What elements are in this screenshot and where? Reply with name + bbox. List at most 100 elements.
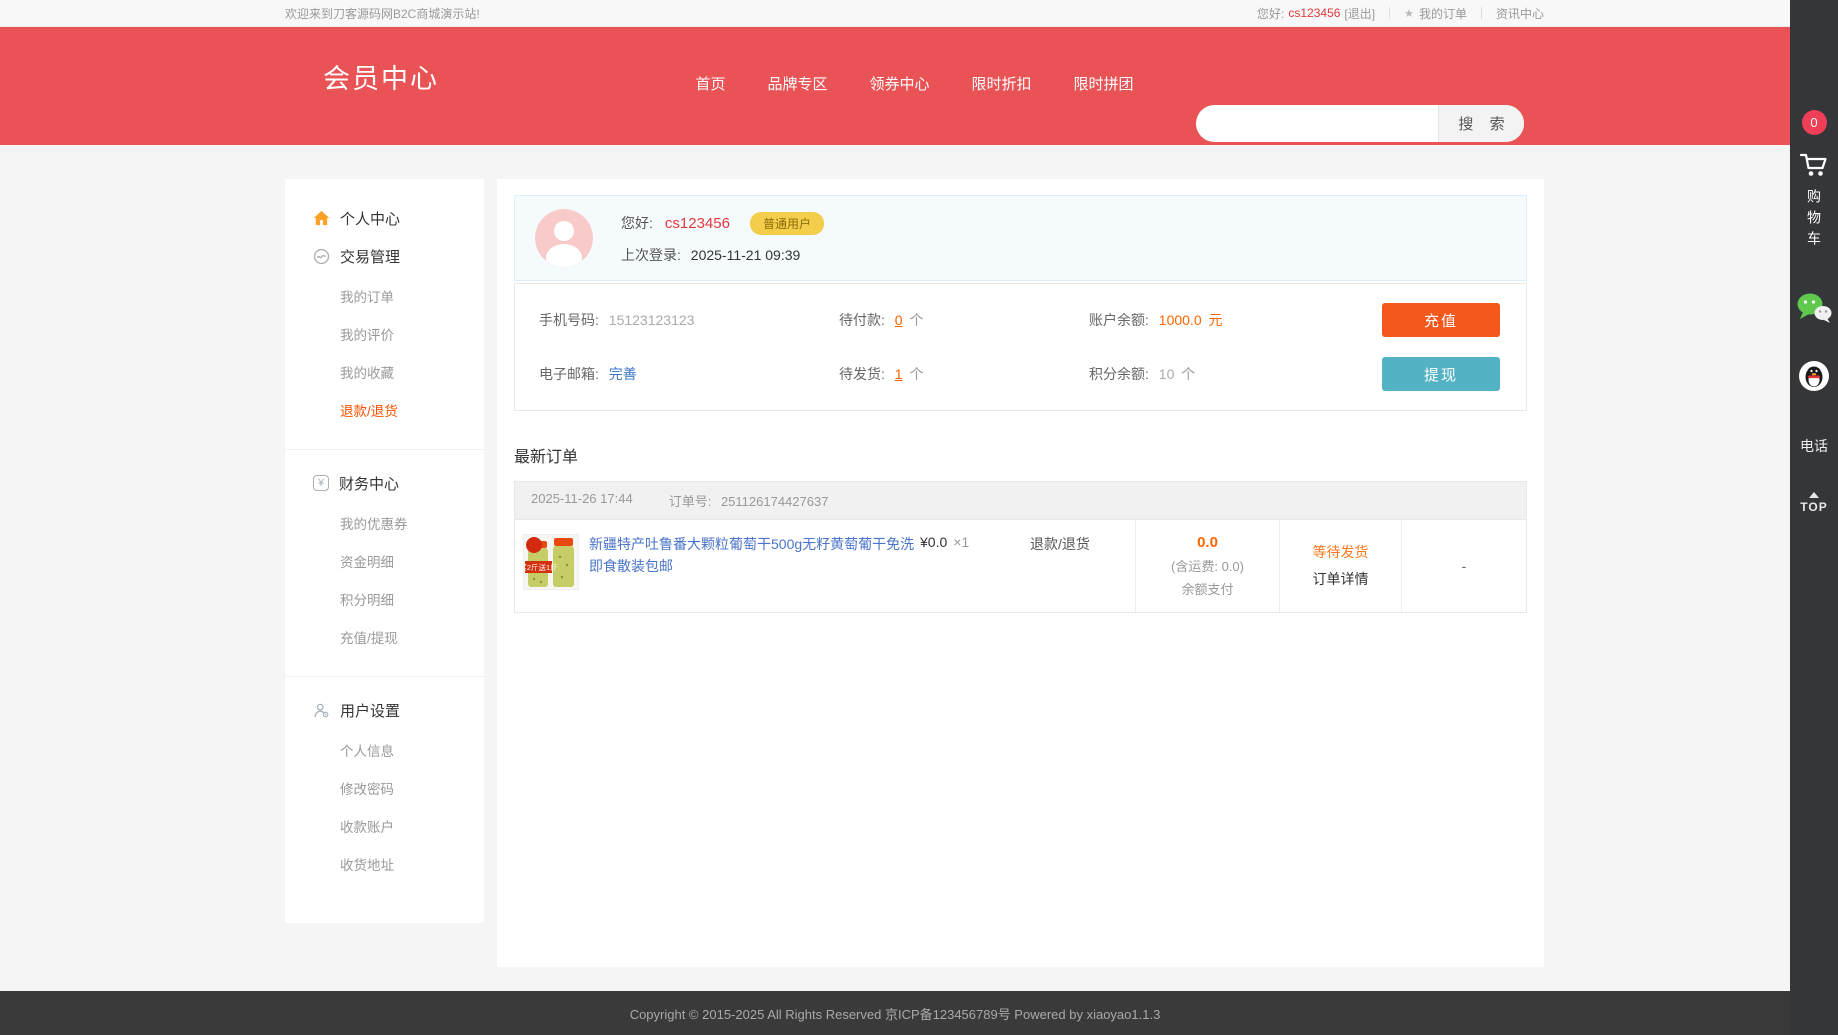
avatar (535, 209, 593, 267)
nav-item-discounts[interactable]: 限时折扣 (972, 73, 1032, 94)
pending-shipment-count-link[interactable]: 1 (895, 366, 903, 382)
points-value: 10 (1159, 366, 1175, 382)
unit-label: 个 (909, 312, 923, 328)
order-number-value: 251126174427637 (721, 494, 829, 509)
search-button[interactable]: 搜 索 (1438, 105, 1524, 142)
user-level-badge: 普通用户 (750, 212, 824, 235)
search-input[interactable] (1196, 105, 1438, 142)
points-field: 积分余额: 10 个 (1089, 364, 1382, 384)
cart-label[interactable]: 购物车 (1804, 189, 1824, 252)
sidebar-item-payment-account[interactable]: 收款账户 (285, 807, 484, 845)
product-price: ¥0.0 (920, 534, 947, 550)
account-summary-card: 手机号码: 15123123123 待付款: 0 个 账户余额: 1000.0 … (514, 283, 1527, 411)
right-toolbar: 0 购物车 电话 TOP (1790, 0, 1838, 1035)
unit-label: 个 (1181, 366, 1195, 382)
profile-username: cs123456 (665, 215, 730, 232)
order-meta-bar: 2025-11-26 17:44 订单号: 251126174427637 (515, 482, 1526, 520)
phone-contact-label[interactable]: 电话 (1800, 436, 1828, 456)
nav-item-brands[interactable]: 品牌专区 (767, 73, 827, 94)
sidebar-item-change-password[interactable]: 修改密码 (285, 769, 484, 807)
product-image[interactable]: 买2斤送1斤 (523, 534, 579, 590)
logout-link[interactable]: [退出] (1344, 5, 1375, 22)
order-number-label: 订单号: (669, 494, 712, 509)
email-complete-link[interactable]: 完善 (609, 366, 637, 382)
nav-item-groupbuy[interactable]: 限时拼团 (1074, 73, 1134, 94)
order-card: 2025-11-26 17:44 订单号: 251126174427637 (514, 481, 1527, 613)
sidebar-item-recharge-withdraw[interactable]: 充值/提现 (285, 618, 484, 656)
sidebar-item-my-favorites[interactable]: 我的收藏 (285, 353, 484, 391)
phone-label: 手机号码: (539, 312, 599, 328)
content-area: 个人中心 交易管理 我的订单 我的评价 我的收藏 退款/退货 (0, 145, 1790, 991)
sidebar-item-funds-detail[interactable]: 资金明细 (285, 542, 484, 580)
topbar-username: cs123456 (1288, 6, 1340, 20)
wechat-icon[interactable] (1796, 292, 1832, 329)
sidebar-group-user-settings[interactable]: 用户设置 (285, 693, 484, 727)
order-amount-cell: 0.0 (含运费: 0.0) 余额支付 (1135, 520, 1280, 612)
sidebar-group-transactions[interactable]: 交易管理 (285, 239, 484, 273)
sidebar-group-finance[interactable]: ¥ 财务中心 (285, 466, 484, 500)
star-icon: ★ (1404, 7, 1414, 20)
copyright-text: Copyright © 2015-2025 All Rights Reserve… (630, 1004, 1161, 1023)
finance-icon: ¥ (313, 475, 329, 491)
order-number: 订单号: 251126174427637 (669, 491, 829, 510)
order-detail-link[interactable]: 订单详情 (1313, 566, 1369, 593)
points-label: 积分余额: (1089, 366, 1149, 382)
sidebar-item-my-orders[interactable]: 我的订单 (285, 277, 484, 315)
payment-method: 余额支付 (1181, 579, 1233, 602)
pending-payment-count-link[interactable]: 0 (895, 312, 903, 328)
nav-item-home[interactable]: 首页 (695, 73, 725, 94)
sidebar-item-shipping-address[interactable]: 收货地址 (285, 845, 484, 883)
greeting-label: 您好: (1257, 5, 1284, 22)
sidebar-item-personal-center[interactable]: 个人中心 (285, 201, 484, 235)
transactions-icon (313, 248, 330, 265)
order-extra-value: - (1462, 558, 1467, 574)
order-time: 2025-11-26 17:44 (531, 491, 633, 510)
pending-payment-label: 待付款: (839, 312, 885, 328)
order-extra-cell: - (1402, 520, 1526, 612)
up-arrow-icon (1809, 492, 1819, 498)
order-status: 等待发货 (1313, 539, 1369, 566)
back-to-top-button[interactable]: TOP (1800, 492, 1827, 514)
sidebar-item-personal-info[interactable]: 个人信息 (285, 731, 484, 769)
phone-field: 手机号码: 15123123123 (539, 310, 839, 330)
cart-icon[interactable] (1799, 150, 1829, 183)
refund-link[interactable]: 退款/退货 (1030, 534, 1135, 554)
profile-card: 您好: cs123456 普通用户 上次登录: 2025-11-21 09:39 (514, 195, 1527, 281)
withdraw-button[interactable]: 提现 (1382, 357, 1500, 391)
order-product-cell: 买2斤送1斤 新疆特产吐鲁番大颗粒葡萄干500g无籽黄萄葡干免洗即食散装包邮 (515, 520, 920, 612)
pending-shipment-field: 待发货: 1 个 (839, 364, 1089, 384)
order-price-cell: ¥0.0 ×1 (920, 520, 1030, 612)
sidebar-title-label: 财务中心 (339, 473, 399, 494)
sidebar-section-settings: 用户设置 个人信息 修改密码 收款账户 收货地址 (285, 676, 484, 893)
sidebar-item-points-detail[interactable]: 积分明细 (285, 580, 484, 618)
qq-icon[interactable] (1799, 361, 1829, 396)
footer: Copyright © 2015-2025 All Rights Reserve… (0, 991, 1790, 1035)
balance-label: 账户余额: (1089, 312, 1149, 328)
topbar: 欢迎来到刀客源码网B2C商城演示站! 您好: cs123456 [退出] ★ 我… (0, 0, 1790, 27)
divider (1481, 7, 1482, 19)
balance-field: 账户余额: 1000.0 元 (1089, 310, 1382, 330)
email-label: 电子邮箱: (539, 366, 599, 382)
product-title-link[interactable]: 新疆特产吐鲁番大颗粒葡萄干500g无籽黄萄葡干免洗即食散装包邮 (589, 534, 920, 598)
order-row: 买2斤送1斤 新疆特产吐鲁番大颗粒葡萄干500g无籽黄萄葡干免洗即食散装包邮 ¥… (515, 520, 1526, 612)
site-header: 会员中心 首页 品牌专区 领券中心 限时折扣 限时拼团 搜 索 (0, 27, 1790, 145)
sidebar-item-refunds[interactable]: 退款/退货 (285, 391, 484, 429)
profile-greeting-label: 您好: (621, 213, 653, 233)
sidebar-item-my-reviews[interactable]: 我的评价 (285, 315, 484, 353)
page: 欢迎来到刀客源码网B2C商城演示站! 您好: cs123456 [退出] ★ 我… (0, 0, 1838, 1035)
nav-item-coupons[interactable]: 领券中心 (869, 73, 929, 94)
cart-count-badge[interactable]: 0 (1802, 110, 1827, 135)
topbar-my-orders-link[interactable]: 我的订单 (1419, 5, 1467, 22)
sidebar: 个人中心 交易管理 我的订单 我的评价 我的收藏 退款/退货 (285, 179, 484, 923)
product-quantity: ×1 (953, 534, 969, 550)
welcome-text: 欢迎来到刀客源码网B2C商城演示站! (285, 5, 480, 22)
topbar-news-link[interactable]: 资讯中心 (1496, 5, 1544, 22)
sidebar-section-transactions: 交易管理 我的订单 我的评价 我的收藏 退款/退货 (285, 239, 484, 439)
product-image-label: 买2斤送1斤 (524, 562, 558, 572)
sidebar-title-label: 个人中心 (340, 208, 400, 229)
recharge-button[interactable]: 充值 (1382, 303, 1500, 337)
sidebar-item-my-coupons[interactable]: 我的优惠券 (285, 504, 484, 542)
home-icon (313, 210, 330, 226)
main-panel: 您好: cs123456 普通用户 上次登录: 2025-11-21 09:39 (497, 179, 1544, 967)
divider (1389, 7, 1390, 19)
